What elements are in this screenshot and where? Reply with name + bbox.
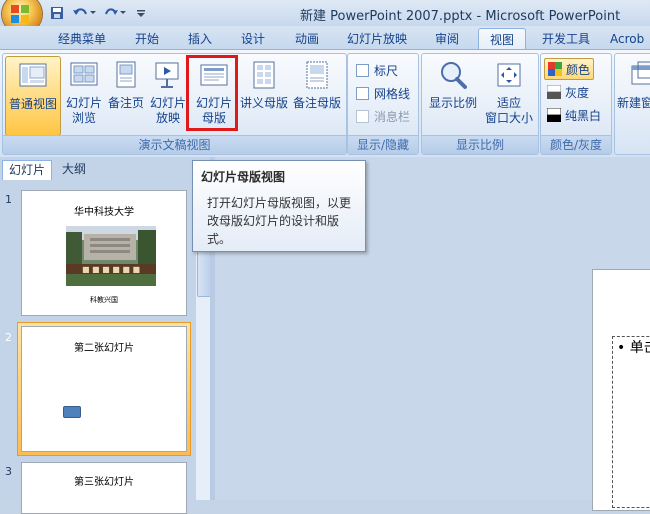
save-icon[interactable] — [48, 4, 66, 22]
grayscale-icon — [547, 85, 561, 99]
tab-acrobat[interactable]: Acrob — [610, 28, 650, 50]
group-color-grayscale: 颜色 灰度 纯黑白 颜色/灰度 — [540, 53, 612, 155]
redo-icon[interactable] — [102, 4, 130, 22]
gridlines-checkbox[interactable]: 网格线 — [356, 85, 410, 102]
office-logo-icon — [11, 5, 29, 23]
slide-thumbnail-2[interactable]: 第二张幻灯片 — [21, 326, 187, 452]
ribbon: 普通视图 幻灯片 浏览 备注页 幻灯片 放映 幻灯片 母版 讲义母版 备注母版 — [0, 49, 650, 158]
tab-slides[interactable]: 幻灯片 — [2, 160, 53, 180]
group-label-presentation-views: 演示文稿视图 — [3, 135, 346, 154]
tab-home[interactable]: 开始 — [124, 28, 170, 50]
slide-number: 1 — [5, 193, 12, 206]
group-window: 新建窗 — [614, 53, 650, 155]
highlight-box — [186, 55, 238, 131]
content-placeholder[interactable]: • 单击 — [612, 336, 650, 508]
ruler-checkbox[interactable]: 标尺 — [356, 62, 398, 79]
tab-insert[interactable]: 插入 — [177, 28, 223, 50]
slide-title: 华中科技大学 — [74, 207, 134, 218]
normal-view-button[interactable]: 普通视图 — [5, 56, 61, 136]
tab-slideshow[interactable]: 幻灯片放映 — [340, 28, 414, 50]
tab-developer[interactable]: 开发工具 — [534, 28, 598, 50]
ribbon-tab-row: 经典菜单 开始 插入 设计 动画 幻灯片放映 审阅 视图 开发工具 Acrob — [0, 26, 650, 51]
new-window-button[interactable]: 新建窗 — [617, 56, 650, 134]
group-label-show-hide: 显示/隐藏 — [348, 135, 418, 154]
slide-thumbnail-1[interactable]: 华中科技大学 ■ ■ ■ ■ ■ ■ 科教兴国 — [21, 190, 187, 316]
message-bar-checkbox[interactable]: 消息栏 — [356, 108, 410, 125]
tab-classic-menu[interactable]: 经典菜单 — [50, 28, 114, 50]
tooltip: 幻灯片母版视图 打开幻灯片母版视图，以更改母版幻灯片的设计和版式。 — [192, 160, 366, 252]
normal-view-icon — [19, 63, 47, 87]
group-zoom: 显示比例 适应 窗口大小 显示比例 — [421, 53, 539, 155]
window-title: 新建 PowerPoint 2007.pptx - Microsoft Powe… — [300, 9, 621, 24]
fit-window-icon — [497, 63, 521, 87]
undo-icon[interactable] — [70, 4, 98, 22]
notes-page-icon — [116, 61, 136, 88]
tab-view[interactable]: 视图 — [478, 28, 526, 51]
tab-outline[interactable]: 大纲 — [56, 160, 92, 179]
notes-master-icon — [306, 61, 328, 89]
rounded-rectangle-shape — [63, 406, 81, 418]
new-window-icon — [631, 61, 650, 85]
slide-thumbnail-3[interactable]: 第三张幻灯片 — [21, 462, 187, 514]
tooltip-title: 幻灯片母版视图 — [201, 170, 286, 184]
handout-master-icon — [253, 61, 275, 89]
group-presentation-views: 普通视图 幻灯片 浏览 备注页 幻灯片 放映 幻灯片 母版 讲义母版 备注母版 — [2, 53, 347, 155]
customize-icon[interactable] — [134, 4, 148, 22]
color-mode-button[interactable]: 颜色 — [544, 58, 595, 80]
tab-review[interactable]: 审阅 — [424, 28, 470, 50]
zoom-icon — [441, 62, 467, 89]
black-white-icon — [547, 108, 561, 122]
campus-photo: ■ ■ ■ ■ ■ ■ — [66, 226, 156, 286]
slideshow-icon — [155, 62, 179, 88]
slide-number: 2 — [5, 331, 12, 344]
slide-title: 第二张幻灯片 — [74, 343, 134, 354]
tooltip-body: 打开幻灯片母版视图，以更改母版幻灯片的设计和版式。 — [207, 196, 352, 246]
slide-number: 3 — [5, 465, 12, 478]
group-label-zoom: 显示比例 — [422, 135, 538, 154]
panel-tabs: 幻灯片 大纲 — [0, 160, 214, 180]
slide-sorter-icon — [70, 62, 98, 86]
svg-text:■ ■ ■ ■ ■ ■: ■ ■ ■ ■ ■ ■ — [82, 265, 140, 274]
handout-master-button[interactable]: 讲义母版 — [239, 56, 289, 134]
zoom-button[interactable]: 显示比例 — [426, 56, 480, 134]
grayscale-button[interactable]: 灰度 — [544, 82, 592, 102]
tab-animations[interactable]: 动画 — [284, 28, 330, 50]
tab-design[interactable]: 设计 — [230, 28, 276, 50]
notes-master-button[interactable]: 备注母版 — [291, 56, 343, 134]
fit-window-button[interactable]: 适应 窗口大小 — [482, 56, 536, 134]
slide-title: 第三张幻灯片 — [74, 477, 134, 488]
bullet-text: • 单击 — [617, 340, 650, 356]
group-label-color: 颜色/灰度 — [541, 135, 611, 154]
black-white-button[interactable]: 纯黑白 — [544, 105, 604, 125]
slide-caption: 科教兴国 — [90, 296, 118, 304]
color-swatch-icon — [548, 62, 562, 76]
group-show-hide: 标尺 网格线 消息栏 显示/隐藏 — [347, 53, 419, 155]
